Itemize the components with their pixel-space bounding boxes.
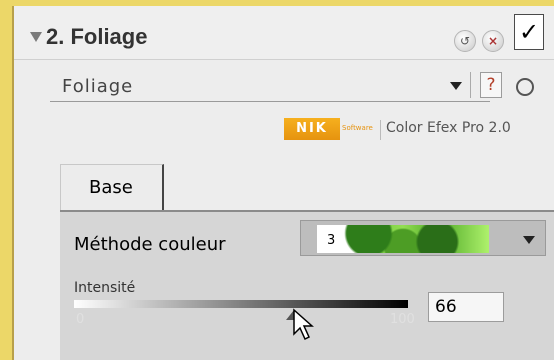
reset-icon[interactable]: ↺ — [454, 30, 476, 52]
product-name: Color Efex Pro 2.0 — [386, 120, 511, 136]
collapse-arrow-icon[interactable] — [30, 32, 42, 42]
method-label: Méthode couleur — [74, 234, 226, 255]
tab-content: Méthode couleur 3 Intensité 0 100 66 — [60, 212, 554, 360]
close-icon[interactable]: × — [482, 30, 504, 52]
intensity-label: Intensité — [74, 280, 136, 296]
nik-logo: NIK — [284, 118, 340, 140]
filter-panel: 2. Foliage ↺ × ✓ Foliage ? NIK Software … — [14, 6, 554, 360]
method-value: 3 — [327, 233, 336, 248]
chevron-down-icon[interactable] — [523, 236, 535, 244]
intensity-slider[interactable] — [74, 300, 408, 308]
filter-header: 2. Foliage ↺ × ✓ — [14, 6, 554, 60]
foliage-swatch — [317, 225, 489, 253]
tab-base-label: Base — [89, 177, 133, 198]
preset-dropdown[interactable]: Foliage — [50, 70, 490, 102]
preset-row: Foliage ? — [50, 70, 534, 102]
window-frame-left — [0, 0, 12, 360]
chevron-down-icon[interactable] — [450, 82, 462, 90]
target-icon[interactable] — [516, 78, 534, 96]
enable-checkbox[interactable]: ✓ — [514, 14, 544, 50]
method-dropdown[interactable]: 3 — [300, 220, 546, 256]
preset-divider — [470, 72, 471, 98]
slider-min-label: 0 — [76, 312, 85, 327]
intensity-value-field[interactable]: 66 — [428, 292, 504, 322]
brand-divider — [380, 120, 381, 140]
nik-software-label: Software — [342, 124, 373, 132]
preset-value: Foliage — [62, 76, 134, 97]
slider-max-label: 100 — [390, 312, 415, 327]
tab-base[interactable]: Base — [60, 164, 164, 212]
filter-title: 2. Foliage — [46, 24, 148, 49]
help-button[interactable]: ? — [480, 72, 502, 98]
mouse-cursor-icon — [293, 308, 315, 341]
